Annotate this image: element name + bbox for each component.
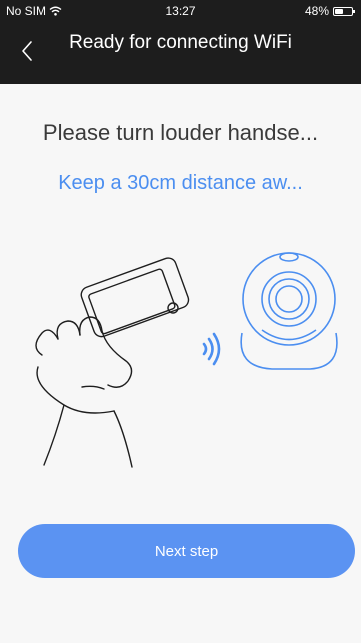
- sound-waves-icon: [202, 332, 221, 366]
- battery-fill: [335, 8, 343, 14]
- camera-drawing: [240, 252, 338, 370]
- next-step-button[interactable]: Next step: [18, 524, 355, 578]
- status-bar: No SIM 13:27 48%: [0, 0, 361, 22]
- battery-icon: [333, 6, 355, 16]
- navigation-bar: Ready for connecting WiFi: [0, 22, 361, 84]
- top-bar: No SIM 13:27 48% Ready for connecting Wi…: [0, 0, 361, 84]
- battery-percent: 48%: [304, 4, 329, 18]
- phone-camera-illustration: [35, 252, 338, 468]
- page-title: Ready for connecting WiFi: [69, 32, 292, 53]
- instruction-subline: Keep a 30cm distance aw...: [58, 172, 303, 194]
- instruction-headline: Please turn louder handse...: [42, 120, 319, 145]
- chevron-left-icon: [22, 41, 32, 61]
- phone-in-hand-drawing: [35, 257, 190, 468]
- battery-group: 48%: [304, 4, 355, 18]
- back-button[interactable]: [16, 36, 40, 66]
